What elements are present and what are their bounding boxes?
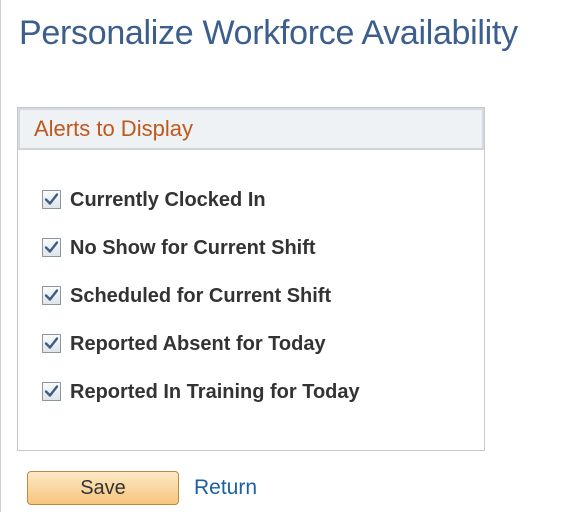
- footer-actions: Save Return: [27, 471, 257, 505]
- checkbox-reported-in-training[interactable]: [42, 382, 61, 401]
- checkbox-no-show[interactable]: [42, 238, 61, 257]
- alert-item-currently-clocked-in: Currently Clocked In: [42, 188, 360, 236]
- alert-item-scheduled: Scheduled for Current Shift: [42, 284, 360, 332]
- alert-label: Currently Clocked In: [70, 189, 266, 211]
- return-link[interactable]: Return: [194, 471, 257, 505]
- alert-label: Scheduled for Current Shift: [70, 285, 332, 307]
- checkbox-scheduled[interactable]: [42, 286, 61, 305]
- checkmark-icon: [44, 385, 59, 397]
- alert-label: Reported Absent for Today: [70, 333, 326, 355]
- checkmark-icon: [44, 193, 59, 205]
- save-button[interactable]: Save: [27, 471, 179, 505]
- alerts-list: Currently Clocked In No Show for Current…: [42, 188, 360, 428]
- checkbox-currently-clocked-in[interactable]: [42, 190, 61, 209]
- checkmark-icon: [44, 337, 59, 349]
- checkbox-reported-absent[interactable]: [42, 334, 61, 353]
- page-frame: Personalize Workforce Availability Alert…: [0, 0, 584, 512]
- checkmark-icon: [44, 289, 59, 301]
- page-title: Personalize Workforce Availability: [19, 14, 518, 52]
- alert-item-reported-absent: Reported Absent for Today: [42, 332, 360, 380]
- alert-item-no-show: No Show for Current Shift: [42, 236, 360, 284]
- alert-item-reported-in-training: Reported In Training for Today: [42, 380, 360, 428]
- alert-label: No Show for Current Shift: [70, 237, 316, 259]
- checkmark-icon: [44, 241, 59, 253]
- alerts-group-header: Alerts to Display: [18, 108, 484, 150]
- alert-label: Reported In Training for Today: [70, 381, 360, 403]
- alerts-group-box: Alerts to Display Currently Clocked In N…: [17, 107, 485, 451]
